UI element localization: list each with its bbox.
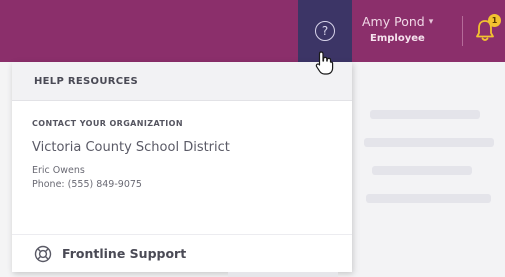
background-text-line: [366, 194, 491, 203]
panel-title: HELP RESOURCES: [34, 75, 139, 87]
background-text-line: [372, 166, 472, 175]
app-window: ? Amy Pond ▾ Employee 1 HELP RESOURCES C…: [0, 0, 505, 277]
contact-name: Eric Owens: [32, 165, 85, 176]
user-role: Employee: [370, 33, 425, 44]
notification-badge: 1: [488, 14, 501, 27]
user-name-row: Amy Pond ▾: [362, 14, 454, 30]
contact-organization-section: CONTACT YOUR ORGANIZATION Victoria Count…: [12, 101, 352, 190]
page-background-content: [352, 62, 505, 277]
user-menu[interactable]: Amy Pond ▾ Employee: [362, 14, 454, 44]
user-name: Amy Pond: [362, 14, 425, 29]
help-icon: ?: [315, 21, 335, 41]
help-resources-panel: HELP RESOURCES CONTACT YOUR ORGANIZATION…: [12, 62, 352, 272]
lifebuoy-icon: [34, 245, 52, 262]
hand-cursor-icon: [315, 51, 334, 75]
frontline-support-link[interactable]: Frontline Support: [12, 234, 352, 272]
organization-name: Victoria County School District: [32, 140, 230, 155]
panel-header: HELP RESOURCES: [12, 62, 352, 101]
contact-phone: Phone: (555) 849-9075: [32, 179, 142, 190]
chevron-down-icon: ▾: [428, 17, 434, 27]
header-divider: [462, 16, 463, 46]
support-link-label: Frontline Support: [62, 246, 187, 261]
background-fragment: [228, 272, 338, 277]
background-text-line: [364, 138, 494, 147]
top-navigation-bar: ? Amy Pond ▾ Employee 1: [0, 0, 505, 62]
section-title: CONTACT YOUR ORGANIZATION: [32, 119, 183, 128]
background-text-line: [370, 110, 480, 119]
